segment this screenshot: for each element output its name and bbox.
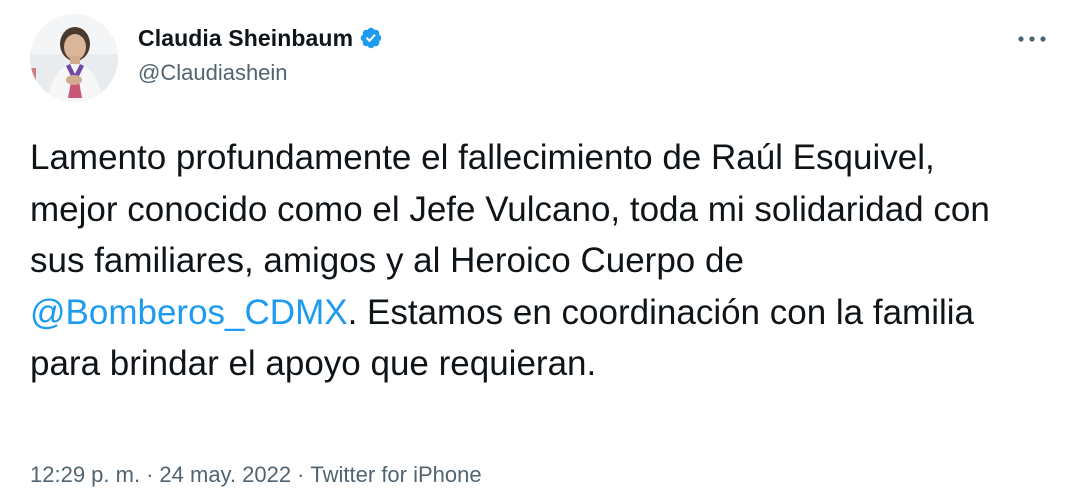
avatar[interactable]	[30, 14, 118, 102]
tweet-date[interactable]: 24 may. 2022	[159, 462, 291, 487]
tweet-text-part: Lamento profundamente el fallecimiento d…	[30, 138, 990, 280]
meta-separator: ·	[146, 462, 154, 487]
author-name-row: Claudia Sheinbaum	[138, 22, 383, 54]
tweet-time[interactable]: 12:29 p. m.	[30, 462, 140, 487]
mention-link[interactable]: @Bomberos_CDMX	[30, 293, 348, 332]
profile-photo-icon	[30, 14, 118, 102]
author-handle[interactable]: @Claudiashein	[138, 60, 288, 86]
tweet-source[interactable]: Twitter for iPhone	[310, 462, 481, 487]
meta-separator: ·	[297, 462, 305, 487]
tweet-text: Lamento profundamente el fallecimiento d…	[30, 132, 1030, 390]
tweet-meta: 12:29 p. m. · 24 may. 2022 · Twitter for iPh…	[30, 462, 482, 488]
more-options-button[interactable]	[1010, 26, 1054, 52]
verified-badge-icon	[359, 26, 383, 50]
author-display-name[interactable]: Claudia Sheinbaum	[138, 25, 353, 52]
tweet-card: Claudia Sheinbaum @Claudiashein Lamento …	[0, 0, 1074, 502]
more-horizontal-icon	[1018, 36, 1046, 42]
